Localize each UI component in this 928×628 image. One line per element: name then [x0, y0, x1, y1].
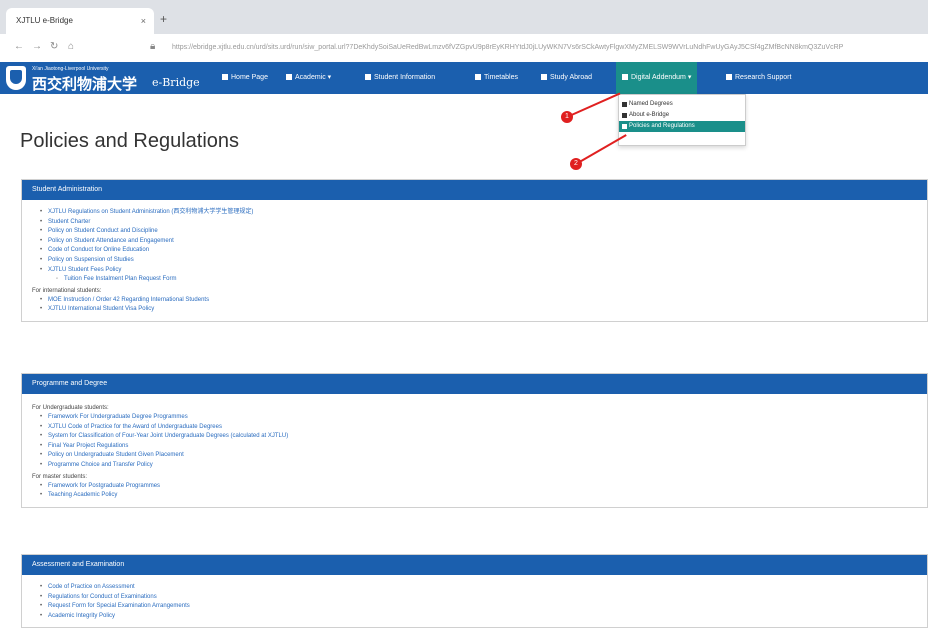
nav-item-home[interactable]: Home Page [222, 62, 268, 94]
address-bar: ← → ↻ ⌂ 🔒︎ https://ebridge.xjtlu.edu.cn/… [0, 34, 928, 63]
policy-link[interactable]: Final Year Project Regulations [34, 442, 927, 452]
nav-item-timetables[interactable]: Timetables [475, 62, 518, 94]
policy-link[interactable]: Academic Integrity Policy [34, 612, 927, 622]
policy-link[interactable]: Code of Practice on Assessment [34, 583, 927, 593]
policy-link[interactable]: XJTLU Regulations on Student Administrat… [34, 208, 927, 218]
forward-arrow-icon[interactable]: → [32, 41, 42, 52]
logo-ebridge: e-Bridge [152, 76, 200, 89]
site-navbar: Xi'an Jiaotong-Liverpool University 西交利物… [0, 62, 928, 94]
nav-item-academic[interactable]: Academic ▾ [286, 62, 331, 94]
policy-link[interactable]: Tuition Fee Instalment Plan Request Form [34, 275, 927, 285]
dropdown-label: Policies and Regulations [629, 123, 695, 129]
policy-link[interactable]: Code of Conduct for Online Education [34, 246, 927, 256]
home-icon[interactable]: ⌂ [68, 41, 74, 52]
book-icon [286, 74, 292, 81]
tab-title: XJTLU e-Bridge [16, 16, 73, 25]
policy-link[interactable]: Framework for Postgraduate Programmes [34, 482, 927, 492]
policy-link[interactable]: Teaching Academic Policy [34, 491, 927, 501]
dropdown-label: About e-Bridge [629, 112, 670, 118]
dropdown-item-about[interactable]: About e-Bridge [619, 110, 745, 121]
group-label: For master students: [32, 473, 88, 480]
policy-link[interactable]: MOE Instruction / Order 42 Regarding Int… [34, 296, 927, 306]
crest-icon [6, 66, 26, 90]
group-label: For Undergraduate students: [32, 405, 109, 411]
close-tab-icon[interactable]: × [141, 8, 146, 34]
policy-link[interactable]: Policy on Undergraduate Student Given Pl… [34, 451, 927, 461]
nav-item-study-abroad[interactable]: Study Abroad [541, 62, 592, 94]
id-card-icon [365, 74, 371, 81]
policy-link[interactable]: System for Classification of Four-Year J… [34, 432, 927, 442]
list-icon [622, 102, 627, 107]
grid-icon [726, 74, 732, 81]
panel-assessment-and-examination: Assessment and ExaminationCode of Practi… [21, 554, 928, 628]
panel-body: For Undergraduate students: Framework For… [22, 394, 927, 507]
nav-item-research-support[interactable]: Research Support [726, 62, 791, 94]
logo-subtitle: Xi'an Jiaotong-Liverpool University [32, 66, 109, 72]
nav-label: Research Support [735, 74, 792, 81]
policy-link[interactable]: Policy on Suspension of Studies [34, 256, 927, 266]
logo-title: 西交利物浦大学 [32, 75, 138, 93]
nav-label: Study Abroad [550, 74, 593, 81]
dropdown-label: Named Degrees [629, 101, 673, 107]
panel-body: XJTLU Regulations on Student Administrat… [22, 200, 927, 321]
annotation-arrow-1 [566, 92, 621, 118]
reload-icon[interactable]: ↻ [50, 41, 58, 52]
policy-link[interactable]: Regulations for Conduct of Examinations [34, 593, 927, 603]
university-logo[interactable]: Xi'an Jiaotong-Liverpool University 西交利物… [6, 65, 216, 93]
new-tab-button[interactable]: + [160, 12, 167, 26]
dropdown-item-policies[interactable]: Policies and Regulations [619, 121, 745, 132]
policy-link[interactable]: XJTLU Student Fees Policy [34, 266, 927, 276]
panel-heading: Programme and Degree [22, 374, 927, 394]
annotation-arrow-2 [575, 134, 627, 165]
pencil-icon [622, 74, 628, 81]
policy-link[interactable]: Programme Choice and Transfer Policy [34, 461, 927, 471]
panel-student-administration: Student Administration XJTLU Regulations … [21, 179, 928, 322]
browser-tab-bar: XJTLU e-Bridge × + [0, 0, 928, 34]
nav-label: Academic ▾ [295, 74, 332, 81]
policy-link[interactable]: Policy on Student Conduct and Discipline [34, 227, 927, 237]
page-title: Policies and Regulations [20, 130, 240, 152]
dropdown-item-named-degrees[interactable]: Named Degrees [619, 99, 745, 110]
policy-link[interactable]: XJTLU Code of Practice for the Award of … [34, 423, 927, 433]
nav-label: Digital Addendum ▾ [631, 74, 692, 81]
policy-link[interactable]: XJTLU International Student Visa Policy [34, 305, 927, 315]
nav-label: Home Page [231, 74, 268, 81]
panel-body: Code of Practice on AssessmentRegulation… [22, 575, 927, 627]
calendar-icon [475, 74, 481, 81]
info-icon [622, 113, 627, 118]
nav-item-student-information[interactable]: Student Information [365, 62, 435, 94]
home-icon [222, 74, 228, 81]
nav-item-digital-addendum[interactable]: Digital Addendum ▾ [616, 62, 698, 94]
policy-link[interactable]: Request Form for Special Examination Arr… [34, 602, 927, 612]
annotation-marker-1: 1 [561, 111, 573, 123]
panel-heading: Assessment and Examination [22, 555, 927, 575]
panel-heading: Student Administration [22, 180, 927, 200]
group-label: For international students: [32, 287, 102, 294]
panel-programme-and-degree: Programme and Degree For Undergraduate st… [21, 373, 928, 508]
policy-link[interactable]: Framework For Undergraduate Degree Progr… [34, 413, 927, 423]
back-arrow-icon[interactable]: ← [14, 41, 24, 52]
lock-icon: 🔒︎ [150, 41, 156, 52]
user-icon [541, 74, 547, 81]
annotation-marker-2: 2 [570, 158, 582, 170]
policy-link[interactable]: Student Charter [34, 218, 927, 228]
nav-label: Student Information [374, 74, 436, 81]
url-input[interactable]: https://ebridge.xjtlu.edu.cn/urd/sits.ur… [172, 40, 922, 56]
document-icon [622, 124, 627, 129]
policy-link[interactable]: Policy on Student Attendance and Engagem… [34, 237, 927, 247]
browser-tab[interactable]: XJTLU e-Bridge × [6, 8, 154, 34]
digital-addendum-dropdown: Named Degrees About e-Bridge Policies an… [618, 94, 746, 146]
nav-label: Timetables [484, 74, 518, 81]
